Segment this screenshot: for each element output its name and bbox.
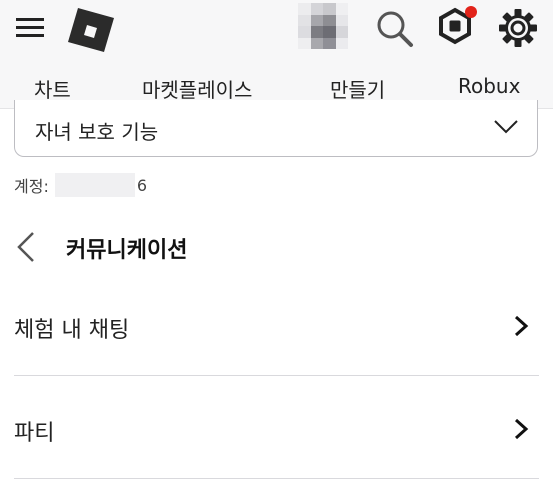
dropdown-selected-value: 자녀 보호 기능 [35, 120, 159, 144]
tab-robux[interactable]: Robux [458, 74, 520, 98]
tab-marketplace[interactable]: 마켓플레이스 [142, 74, 252, 103]
top-bar [0, 0, 553, 62]
chevron-right-icon [514, 418, 529, 440]
tab-charts[interactable]: 차트 [34, 74, 71, 103]
tab-create[interactable]: 만들기 [330, 74, 385, 103]
chevron-left-icon [17, 232, 34, 262]
account-suffix: 6 [136, 175, 148, 195]
section-title: 커뮤니케이션 [66, 238, 188, 263]
search-button[interactable] [374, 8, 416, 50]
roblox-logo-icon [68, 8, 114, 52]
gear-icon [499, 9, 537, 47]
row-label: 파티 [14, 421, 55, 446]
menu-icon [16, 18, 44, 37]
account-info: 계정: 6 [14, 173, 147, 197]
roblox-logo-button[interactable] [64, 6, 116, 52]
menu-button[interactable] [14, 12, 48, 42]
search-icon [377, 11, 413, 47]
setting-row-in-experience-chat[interactable]: 체험 내 채팅 [14, 276, 539, 376]
robux-icon [439, 6, 477, 45]
notification-dot [465, 6, 477, 18]
settings-button[interactable] [496, 6, 540, 50]
settings-category-dropdown[interactable]: 자녀 보호 기능 [14, 100, 538, 157]
avatar[interactable] [298, 3, 348, 49]
row-label: 체험 내 채팅 [14, 318, 130, 343]
back-button[interactable] [14, 230, 40, 264]
robux-button[interactable] [434, 4, 480, 50]
chevron-right-icon [514, 315, 529, 337]
chevron-down-icon [494, 120, 518, 134]
account-label: 계정: [14, 177, 49, 196]
setting-row-party[interactable]: 파티 [14, 379, 539, 479]
account-name-redacted [54, 173, 135, 197]
